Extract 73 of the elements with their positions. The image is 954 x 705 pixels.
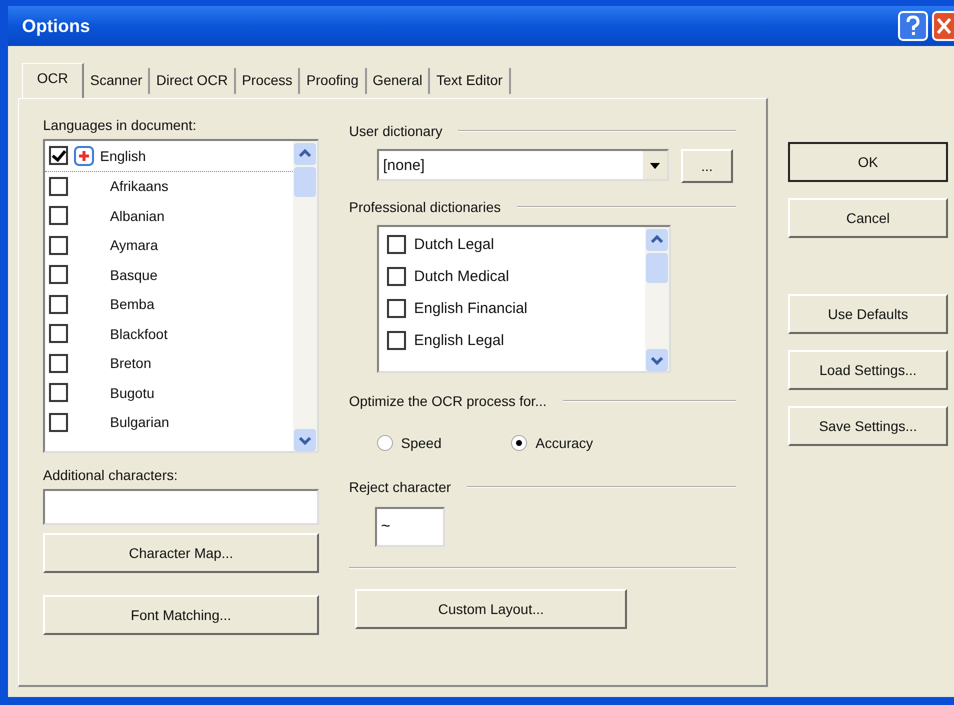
scrollbar[interactable] [645,227,669,371]
checkbox[interactable] [49,146,68,166]
checkbox[interactable] [49,236,68,255]
radio-option[interactable]: Accuracy [511,435,594,451]
checkbox[interactable] [49,265,68,284]
font-matching-button[interactable]: Font Matching... [43,595,319,635]
dictionary-name[interactable]: English Legal [414,332,504,348]
dialog-button[interactable]: Use Defaults [788,294,948,334]
list-row[interactable]: Aymara [45,230,293,260]
language-name[interactable]: Afrikaans [110,178,168,194]
language-name[interactable]: Breton [110,355,152,372]
checkbox[interactable] [49,412,68,432]
language-name[interactable]: Albanian [110,208,164,224]
close-icon[interactable] [932,11,954,41]
tab[interactable]: Direct OCR [150,68,236,94]
checkbox[interactable] [387,298,406,318]
tab[interactable]: Process [236,68,300,94]
language-name[interactable]: Blackfoot [110,326,168,342]
checkbox[interactable] [49,354,68,373]
dialog-button[interactable]: OK [788,142,948,182]
group-label: Professional dictionaries [349,199,501,215]
checkbox[interactable] [387,266,406,286]
tab[interactable]: Scanner [84,68,150,94]
language-name[interactable]: Bugotu [110,384,154,401]
language-name[interactable]: Aymara [110,237,158,254]
browse-button[interactable]: ... [681,149,733,183]
language-name[interactable]: Bulgarian [110,414,170,430]
language-name[interactable]: English [100,148,146,164]
list-row[interactable]: Breton [45,348,293,378]
language-name[interactable]: Basque [110,266,158,283]
dictionary-name[interactable]: Dutch Medical [414,268,510,284]
list-row[interactable]: Blackfoot [45,319,293,348]
dialog-button[interactable]: Load Settings... [788,350,948,390]
input-field[interactable]: ~ [375,507,445,547]
tab[interactable]: Proofing [300,68,367,94]
list-row[interactable]: Afrikaans [45,172,293,201]
scroll-thumb[interactable] [646,253,668,283]
checkbox[interactable] [49,206,68,226]
list-row[interactable]: Bugotu [45,378,293,408]
help-icon[interactable] [898,11,928,41]
dictionary-dropdown[interactable]: [none] [377,149,669,181]
flag-icon [74,146,94,166]
tab[interactable]: General [366,68,430,94]
scrollbar[interactable] [293,141,317,451]
group-label: User dictionary [349,123,442,139]
checkbox[interactable] [387,234,406,254]
checkbox[interactable] [387,330,406,350]
dialog-button[interactable]: Save Settings... [788,406,948,446]
checkbox[interactable] [49,324,68,344]
language-name[interactable]: Bemba [110,296,154,312]
tab[interactable]: OCR [22,63,84,98]
checkbox[interactable] [49,294,68,314]
window-title: Options [22,16,90,36]
group-label: Reject character [349,479,451,495]
list-row[interactable]: Basque [45,260,293,290]
radio-option[interactable]: Speed [377,435,442,451]
list-row[interactable]: Bulgarian [45,408,293,437]
dialog-button[interactable]: Cancel [788,198,948,238]
field-label: Languages in document: [43,117,198,133]
list-row[interactable]: Bemba [45,290,293,319]
character-map-button[interactable]: Character Map... [43,533,319,573]
scroll-thumb[interactable] [294,167,316,197]
dictionary-name[interactable]: Dutch Legal [414,236,494,252]
list-row[interactable]: Albanian [45,201,293,230]
list-row[interactable]: English [45,141,293,172]
tab[interactable]: Text Editor [430,68,511,94]
input-field[interactable] [43,489,319,525]
field-label: Additional characters: [43,467,179,483]
group-label: Optimize the OCR process for... [349,393,547,409]
checkbox[interactable] [49,176,68,196]
checkbox[interactable] [49,383,68,402]
custom-layout-button[interactable]: Custom Layout... [355,589,627,629]
dictionary-name[interactable]: English Financial [414,300,528,316]
